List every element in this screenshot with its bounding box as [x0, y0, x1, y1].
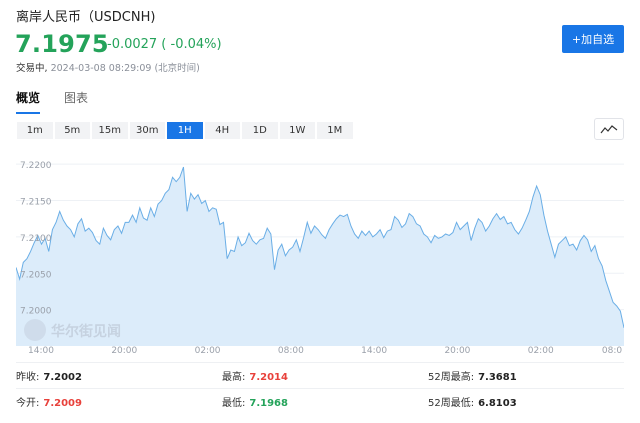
tab-chart[interactable]: 图表 [64, 89, 88, 114]
price-area-fill [16, 167, 624, 346]
x-tick-label: 14:00 [28, 346, 54, 356]
interval-1mo[interactable]: 1M [316, 121, 354, 140]
stat-open: 今开: 7.2009 [16, 398, 82, 409]
interval-5m[interactable]: 5m [53, 121, 91, 140]
x-tick-label: 20:00 [111, 346, 137, 356]
trading-status-label: 交易中, [16, 63, 48, 74]
interval-15m[interactable]: 15m [91, 121, 129, 140]
current-price: 7.1975 [15, 30, 109, 58]
watermark-text: 华尔街见闻 [51, 323, 121, 340]
interval-selector: 1m 5m 15m 30m 1H 4H 1D 1W 1M [16, 121, 354, 140]
y-tick-label: 7.2150 [20, 198, 52, 208]
y-tick-label: 7.2050 [20, 270, 52, 280]
interval-1w[interactable]: 1W [278, 121, 316, 140]
x-tick-label: 08:0 [602, 346, 622, 356]
interval-1d[interactable]: 1D [241, 121, 279, 140]
stat-low: 最低: 7.1968 [222, 398, 288, 409]
stats-row: 今开: 7.2009 最低: 7.1968 52周最低: 6.8103 [16, 388, 624, 409]
watermark-circle-icon [24, 319, 46, 341]
stat-high: 最高: 7.2014 [222, 372, 288, 383]
price-change: -0.0027 ( -0.04%) [107, 37, 222, 52]
x-tick-label: 02:00 [195, 346, 221, 356]
trading-status: 交易中, 2024-03-08 08:29:09 (北京时间) [16, 60, 200, 74]
interval-4h[interactable]: 4H [203, 121, 241, 140]
price-chart[interactable]: 7.2200 7.2150 7.2100 7.2050 7.2000 14:00 20:0… [16, 146, 624, 356]
line-chart-icon [600, 125, 618, 134]
add-to-watchlist-button[interactable]: +加自选 [562, 25, 624, 53]
y-tick-label: 7.2100 [20, 234, 52, 244]
x-axis-ticks: 14:00 20:00 02:00 08:00 14:00 20:00 02:00 08:0 [28, 346, 622, 356]
stats-row: 昨收: 7.2002 最高: 7.2014 52周最高: 7.3681 [16, 362, 624, 383]
view-tabs: 概览 图表 [16, 89, 88, 114]
tab-overview[interactable]: 概览 [16, 89, 41, 114]
stat-52w-low: 52周最低: 6.8103 [428, 398, 517, 409]
y-tick-label: 7.2000 [20, 307, 52, 317]
x-tick-label: 02:00 [528, 346, 554, 356]
interval-30m[interactable]: 30m [128, 121, 166, 140]
x-tick-label: 20:00 [444, 346, 470, 356]
instrument-title: 离岸人民币（USDCNH) [16, 10, 156, 25]
stat-prev-close: 昨收: 7.2002 [16, 372, 82, 383]
interval-1m[interactable]: 1m [16, 121, 54, 140]
quote-timestamp: 2024-03-08 08:29:09 (北京时间) [50, 63, 200, 74]
chart-type-toggle[interactable] [594, 118, 624, 140]
interval-1h[interactable]: 1H [166, 121, 204, 140]
y-tick-label: 7.2200 [20, 161, 52, 171]
x-tick-label: 08:00 [278, 346, 304, 356]
x-tick-label: 14:00 [361, 346, 387, 356]
stat-52w-high: 52周最高: 7.3681 [428, 372, 517, 383]
